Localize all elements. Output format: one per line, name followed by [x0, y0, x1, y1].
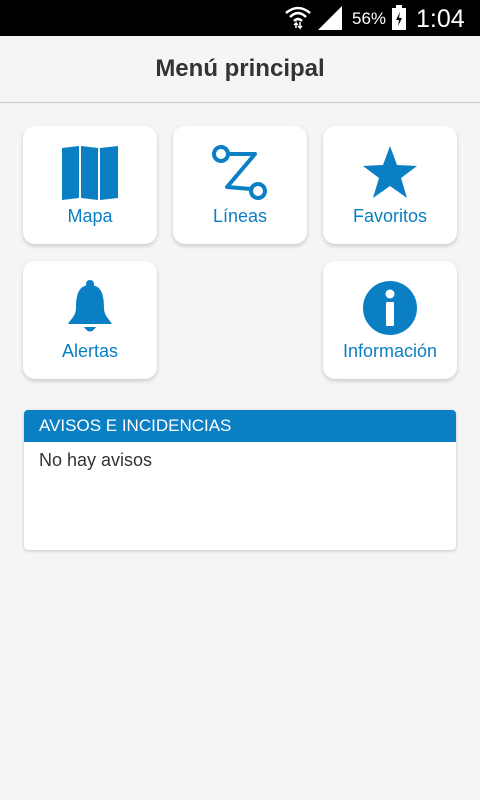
notices-panel: AVISOS E INCIDENCIAS No hay avisos: [24, 410, 456, 550]
notices-message: No hay avisos: [39, 450, 153, 470]
tile-label: Mapa: [67, 206, 113, 226]
tile-favoritos[interactable]: Favoritos: [323, 126, 457, 244]
status-bar: 56% 1:04: [0, 0, 480, 36]
tile-lineas[interactable]: Líneas: [173, 126, 307, 244]
wifi-icon: [284, 4, 312, 35]
tile-mapa[interactable]: Mapa: [23, 126, 157, 244]
page-title: Menú principal: [155, 55, 325, 82]
route-icon: [173, 144, 307, 202]
map-icon: [23, 144, 157, 202]
tile-label: Alertas: [61, 341, 119, 361]
tile-label: Información: [342, 341, 438, 361]
signal-icon: [318, 6, 344, 35]
tile-label: Líneas: [212, 206, 268, 226]
info-icon: [323, 279, 457, 337]
tile-informacion[interactable]: Información: [323, 261, 457, 379]
battery-percent: 56%: [352, 9, 387, 28]
bell-icon: [23, 279, 157, 337]
notices-title: AVISOS E INCIDENCIAS: [24, 410, 456, 442]
clock: 1:04: [416, 5, 465, 33]
tile-alertas[interactable]: Alertas: [23, 261, 157, 379]
app-header: Menú principal: [0, 36, 480, 103]
tile-label: Favoritos: [352, 206, 428, 226]
star-icon: [323, 144, 457, 202]
battery-charging-icon: [391, 5, 407, 36]
